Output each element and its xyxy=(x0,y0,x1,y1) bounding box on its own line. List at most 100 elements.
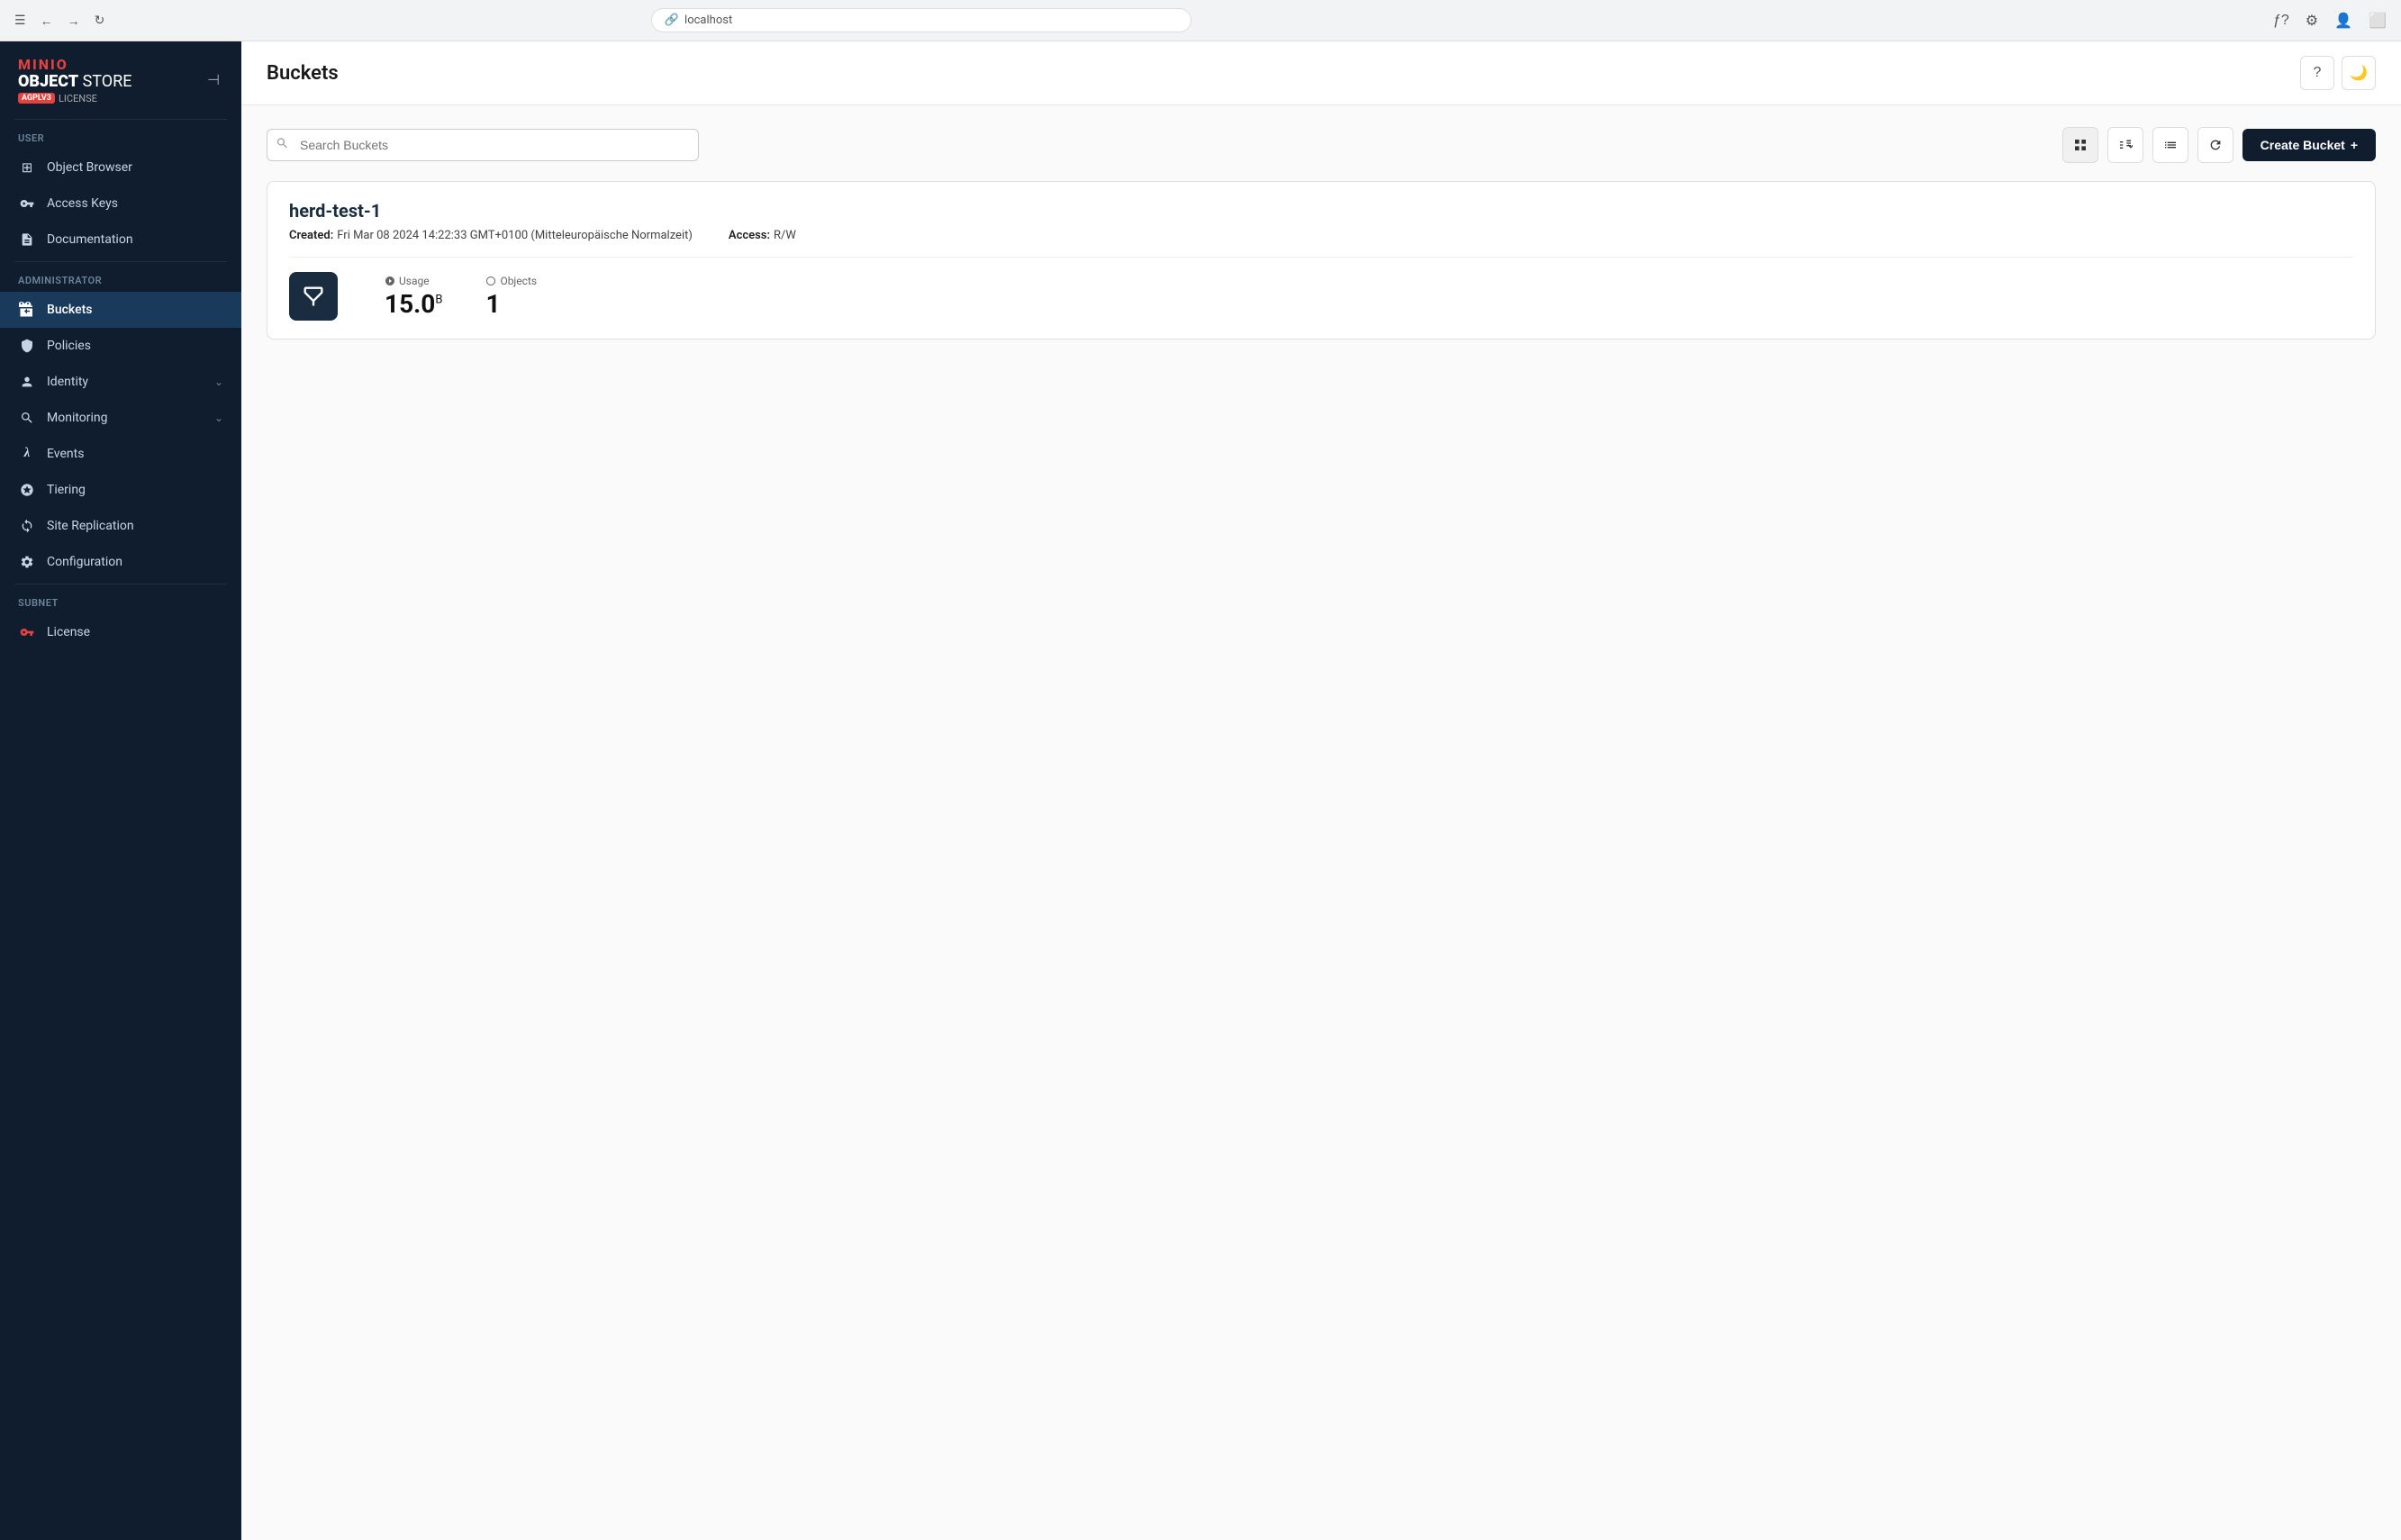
license-icon xyxy=(18,623,36,641)
sidebar: MINIO OBJECT STORE AGPLV3 LICENSE ⊣ User… xyxy=(0,41,241,1540)
sidebar-item-site-replication[interactable]: Site Replication xyxy=(0,508,241,544)
usage-value: 15.0B xyxy=(385,289,442,319)
policies-icon xyxy=(18,337,36,355)
back-button[interactable]: ← xyxy=(37,10,57,32)
usage-unit: B xyxy=(435,293,442,306)
bucket-created-label: Created: xyxy=(289,229,333,242)
sidebar-item-label-monitoring: Monitoring xyxy=(47,411,204,425)
subnet-section-label: Subnet xyxy=(0,588,241,614)
sidebar-item-label-configuration: Configuration xyxy=(47,555,223,569)
monitoring-icon xyxy=(18,409,36,427)
reload-button[interactable]: ↻ xyxy=(91,9,109,32)
app-container: MINIO OBJECT STORE AGPLV3 LICENSE ⊣ User… xyxy=(0,41,2401,1540)
sidebar-item-object-browser[interactable]: ⊞ Object Browser xyxy=(0,149,241,186)
sidebar-item-label-object-browser: Object Browser xyxy=(47,160,223,175)
browser-settings-btn[interactable]: ⚙ xyxy=(2302,8,2322,33)
address-icon: 🔗 xyxy=(665,14,679,27)
refresh-button[interactable] xyxy=(2197,127,2233,163)
list-view-button-2[interactable] xyxy=(2152,127,2188,163)
bucket-access-value: R/W xyxy=(774,229,796,242)
license-text: LICENSE xyxy=(59,93,97,104)
identity-icon xyxy=(18,373,36,391)
main-body: Create Bucket + herd-test-1 Created: Fri… xyxy=(241,105,2401,1540)
sidebar-divider-admin xyxy=(14,261,227,262)
admin-section-label: Administrator xyxy=(0,266,241,292)
sidebar-item-label-license: License xyxy=(47,625,223,639)
sidebar-item-label-access-keys: Access Keys xyxy=(47,196,223,211)
identity-chevron-icon: ⌄ xyxy=(214,376,223,388)
forward-button[interactable]: → xyxy=(64,10,84,32)
create-bucket-plus-icon: + xyxy=(2351,138,2358,152)
bucket-created-value: Fri Mar 08 2024 14:22:33 GMT+0100 (Mitte… xyxy=(337,229,693,242)
logo-minio: MINIO xyxy=(18,56,132,73)
monitoring-chevron-icon: ⌄ xyxy=(214,412,223,424)
browser-split-btn[interactable]: ⬜ xyxy=(2365,8,2390,33)
bucket-access-label: Access: xyxy=(729,229,770,242)
usage-stat: Usage 15.0B xyxy=(385,275,442,319)
sidebar-item-monitoring[interactable]: Monitoring ⌄ xyxy=(0,400,241,436)
search-icon xyxy=(276,137,289,154)
logo-object-store: OBJECT STORE xyxy=(18,73,132,91)
bucket-card[interactable]: herd-test-1 Created: Fri Mar 08 2024 14:… xyxy=(267,181,2376,340)
search-input-wrap xyxy=(267,129,699,161)
objects-label: Objects xyxy=(485,275,537,287)
agpl-badge: AGPLV3 xyxy=(18,93,55,104)
tiering-icon xyxy=(18,481,36,499)
create-bucket-button[interactable]: Create Bucket + xyxy=(2242,129,2376,161)
bucket-created: Created: Fri Mar 08 2024 14:22:33 GMT+01… xyxy=(289,229,693,242)
configuration-icon xyxy=(18,553,36,571)
search-input[interactable] xyxy=(267,129,699,161)
sidebar-item-label-documentation: Documentation xyxy=(47,232,223,247)
sidebar-item-label-tiering: Tiering xyxy=(47,483,223,497)
objects-value: 1 xyxy=(485,289,537,319)
collapse-sidebar-button[interactable]: ⊣ xyxy=(204,68,223,93)
sidebar-toggle-browser[interactable]: ☰ xyxy=(11,9,30,32)
sidebar-item-label-buckets: Buckets xyxy=(47,303,223,317)
sidebar-item-documentation[interactable]: Documentation xyxy=(0,222,241,258)
address-bar: 🔗 localhost xyxy=(651,8,1191,32)
address-text: localhost xyxy=(684,14,732,27)
access-keys-icon xyxy=(18,195,36,213)
sidebar-item-buckets[interactable]: Buckets xyxy=(0,292,241,328)
list-view-button-1[interactable] xyxy=(2107,127,2143,163)
browser-account-btn[interactable]: 👤 xyxy=(2331,8,2356,33)
create-bucket-label: Create Bucket xyxy=(2261,138,2345,152)
main-header: Buckets ? 🌙 xyxy=(241,41,2401,105)
bucket-access: Access: R/W xyxy=(729,229,796,242)
bucket-name: herd-test-1 xyxy=(289,200,2353,222)
sidebar-item-label-events: Events xyxy=(47,447,223,461)
sidebar-item-policies[interactable]: Policies xyxy=(0,328,241,364)
sidebar-item-tiering[interactable]: Tiering xyxy=(0,472,241,508)
sidebar-item-label-policies: Policies xyxy=(47,339,223,353)
usage-label: Usage xyxy=(385,275,442,287)
buckets-icon xyxy=(18,301,36,319)
sidebar-header: MINIO OBJECT STORE AGPLV3 LICENSE ⊣ xyxy=(0,41,241,115)
events-icon: λ xyxy=(18,445,36,463)
browser-extensions-btn[interactable]: ƒ? xyxy=(2270,9,2293,32)
main-content: Buckets ? 🌙 xyxy=(241,41,2401,1540)
toolbar: Create Bucket + xyxy=(267,127,2376,163)
bucket-stats: Usage 15.0B Objects 1 xyxy=(289,272,2353,321)
sidebar-item-label-site-replication: Site Replication xyxy=(47,519,223,533)
browser-chrome: ☰ ← → ↻ 🔗 localhost ƒ? ⚙ 👤 ⬜ xyxy=(0,0,2401,41)
sidebar-item-configuration[interactable]: Configuration xyxy=(0,544,241,580)
usage-label-text: Usage xyxy=(399,275,430,287)
sidebar-item-identity[interactable]: Identity ⌄ xyxy=(0,364,241,400)
bucket-icon xyxy=(289,272,338,321)
documentation-icon xyxy=(18,231,36,249)
help-button[interactable]: ? xyxy=(2300,56,2334,90)
sidebar-item-license[interactable]: License xyxy=(0,614,241,650)
sidebar-item-access-keys[interactable]: Access Keys xyxy=(0,186,241,222)
theme-toggle-button[interactable]: 🌙 xyxy=(2342,56,2376,90)
objects-stat: Objects 1 xyxy=(485,275,537,319)
grid-view-button[interactable] xyxy=(2062,127,2098,163)
sidebar-item-events[interactable]: λ Events xyxy=(0,436,241,472)
object-browser-icon: ⊞ xyxy=(18,159,36,177)
logo-area: MINIO OBJECT STORE AGPLV3 LICENSE xyxy=(18,56,132,104)
site-replication-icon xyxy=(18,517,36,535)
header-actions: ? 🌙 xyxy=(2300,56,2376,90)
sidebar-divider-top xyxy=(14,119,227,120)
logo-license: AGPLV3 LICENSE xyxy=(18,93,132,104)
bucket-meta: Created: Fri Mar 08 2024 14:22:33 GMT+01… xyxy=(289,229,2353,258)
user-section-label: User xyxy=(0,123,241,149)
